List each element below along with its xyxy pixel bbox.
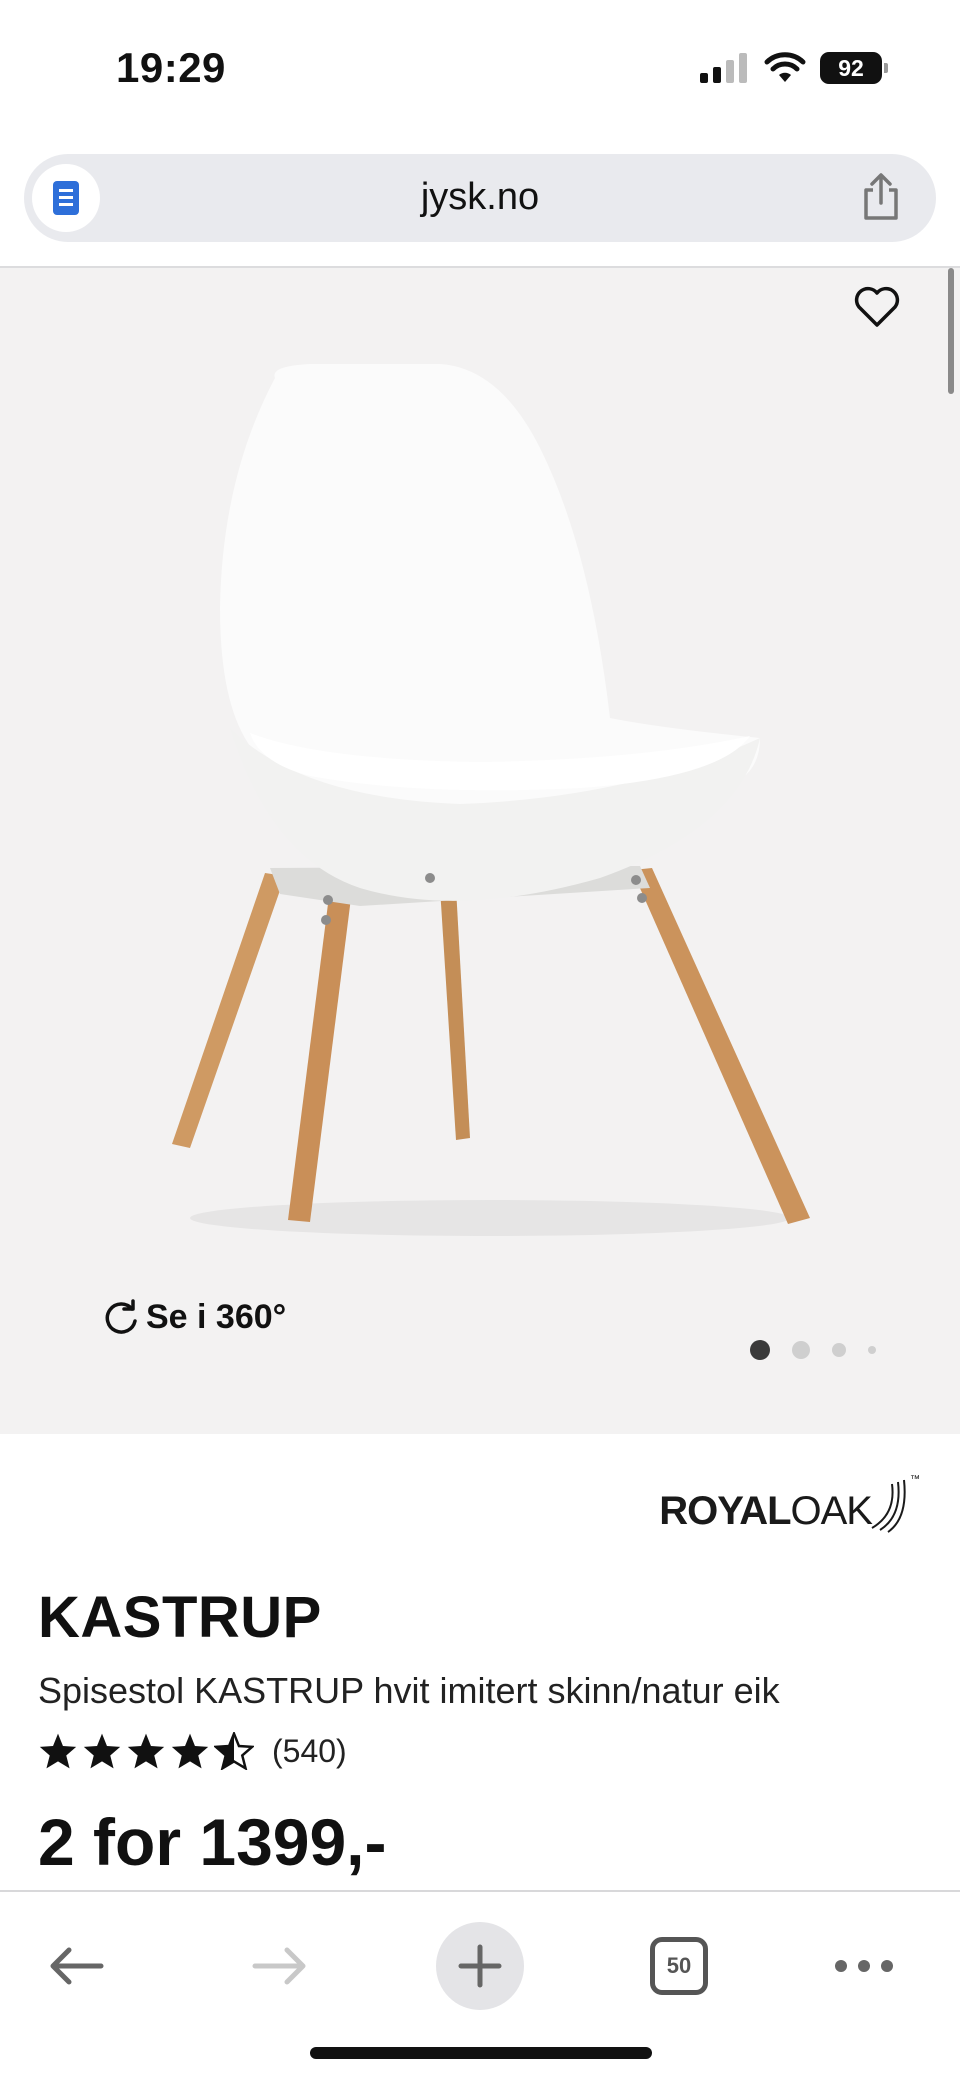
- back-button[interactable]: [44, 1922, 108, 2010]
- rotate-360-link[interactable]: Se i 360°: [102, 1298, 286, 1337]
- brand-trademark: ™: [910, 1474, 920, 1485]
- battery-level: 92: [838, 54, 864, 81]
- url-bar[interactable]: jysk.no: [24, 154, 936, 242]
- home-indicator[interactable]: [310, 2047, 652, 2059]
- star-icon: [171, 1733, 209, 1769]
- brand-logo[interactable]: ROYAL OAK ™: [659, 1474, 920, 1534]
- signal-icon: [700, 53, 747, 83]
- product-rating[interactable]: (540): [38, 1732, 347, 1770]
- product-gallery[interactable]: Se i 360°: [0, 268, 960, 1434]
- new-tab-button[interactable]: [436, 1922, 524, 2010]
- product-description: Spisestol KASTRUP hvit imitert skinn/nat…: [38, 1670, 780, 1711]
- product-image: [172, 364, 810, 1236]
- brand-arc-icon: [871, 1479, 906, 1533]
- back-arrow-icon: [50, 1947, 104, 1985]
- product-title: KASTRUP: [38, 1585, 322, 1650]
- status-bar: 19:29 92: [0, 0, 960, 140]
- rotate-label: Se i 360°: [146, 1298, 287, 1336]
- plus-icon: [458, 1944, 502, 1988]
- status-time: 19:29: [116, 44, 226, 91]
- forward-arrow-icon: [252, 1947, 306, 1985]
- gallery-dot-4[interactable]: [868, 1346, 876, 1354]
- gallery-dot-3[interactable]: [832, 1343, 846, 1357]
- brand-name-part2: OAK: [790, 1489, 873, 1533]
- battery-indicator: 92: [820, 52, 888, 84]
- heart-icon[interactable]: [854, 286, 900, 328]
- url-text[interactable]: jysk.no: [24, 176, 936, 219]
- tabs-count: 50: [650, 1937, 708, 1995]
- review-count[interactable]: (540): [272, 1733, 347, 1770]
- brand-name-part1: ROYAL: [659, 1489, 791, 1533]
- star-icon: [39, 1733, 77, 1769]
- more-button[interactable]: [834, 1922, 894, 2010]
- forward-button[interactable]: [248, 1922, 312, 2010]
- star-icon: [127, 1733, 165, 1769]
- rotate-icon: [105, 1298, 137, 1334]
- rating-stars: [38, 1732, 254, 1770]
- gallery-dot-2[interactable]: [792, 1341, 810, 1359]
- share-icon[interactable]: [858, 172, 904, 222]
- scroll-indicator: [948, 268, 954, 394]
- product-price: 2 for 1399,-: [38, 1805, 387, 1879]
- wifi-icon: [764, 52, 806, 82]
- gallery-dot-1[interactable]: [750, 1340, 770, 1360]
- gallery-pagination[interactable]: [750, 1340, 898, 1360]
- status-icons: 92: [700, 52, 888, 84]
- half-star-icon: [214, 1732, 254, 1770]
- tabs-button[interactable]: 50: [650, 1922, 708, 2010]
- star-icon: [83, 1733, 121, 1769]
- more-icon: [835, 1960, 893, 1972]
